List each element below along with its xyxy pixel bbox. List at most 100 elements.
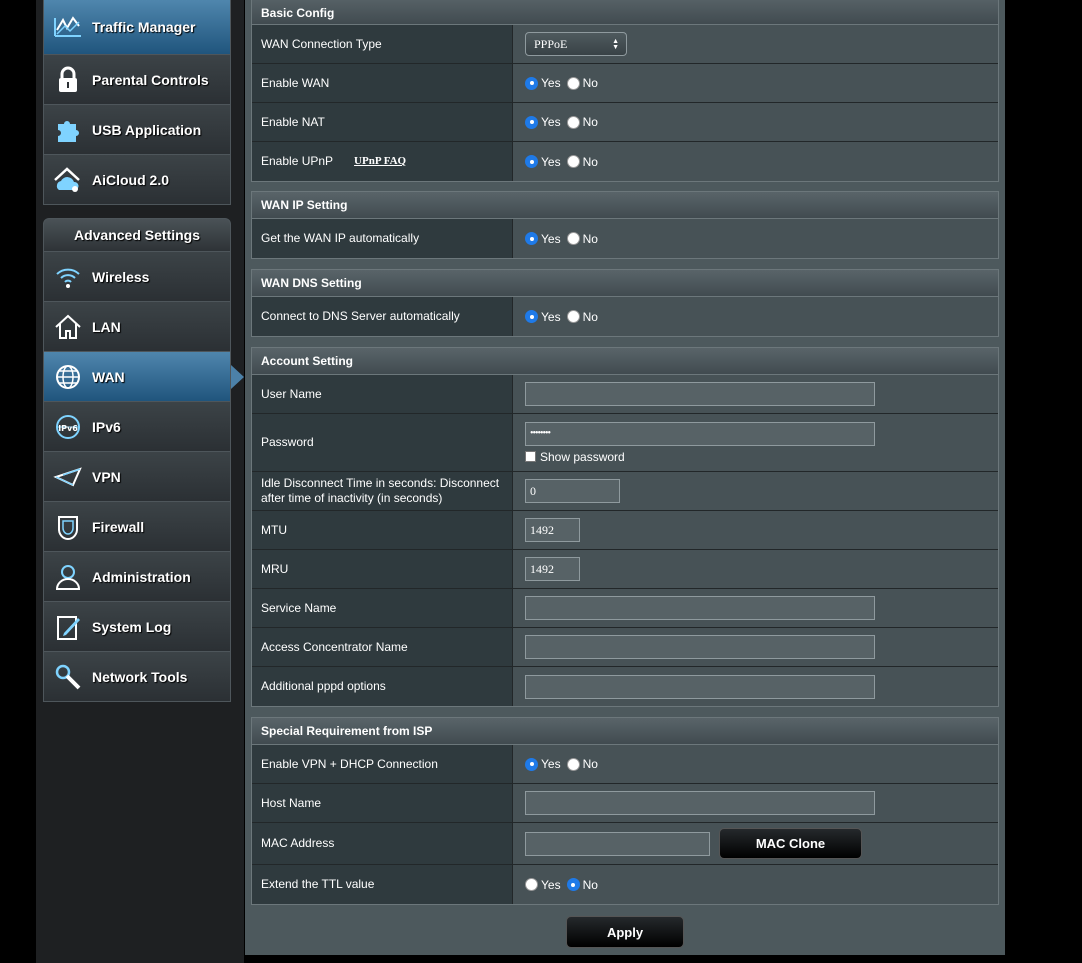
user-icon bbox=[44, 552, 92, 602]
dns-auto-no-radio[interactable]: No bbox=[566, 310, 598, 324]
sidebar-item-parental-controls[interactable]: Parental Controls bbox=[43, 55, 231, 105]
dns-auto-row: Connect to DNS Server automatically Yes … bbox=[252, 297, 998, 336]
sidebar-item-lan[interactable]: LAN bbox=[43, 302, 231, 352]
pppd-options-input[interactable] bbox=[525, 674, 875, 699]
isp-section: Special Requirement from ISP Enable VPN … bbox=[251, 717, 999, 905]
host-name-input[interactable] bbox=[525, 791, 875, 815]
ttl-yes-radio[interactable]: Yes bbox=[525, 878, 561, 892]
radio-label: Yes bbox=[541, 154, 561, 169]
mru-input[interactable]: 1492 bbox=[525, 557, 580, 581]
service-name-row: Service Name bbox=[252, 589, 998, 628]
password-row: Password •••••••• Show password bbox=[252, 414, 998, 472]
field-label: Access Concentrator Name bbox=[252, 628, 513, 666]
select-value: PPPoE bbox=[534, 36, 568, 51]
mac-address-row: MAC Address MAC Clone bbox=[252, 823, 998, 865]
idle-row: Idle Disconnect Time in seconds: Disconn… bbox=[252, 472, 998, 511]
field-label: Enable VPN + DHCP Connection bbox=[252, 745, 513, 783]
section-title: WAN DNS Setting bbox=[252, 270, 998, 297]
service-name-input[interactable] bbox=[525, 596, 875, 620]
field-label: User Name bbox=[252, 375, 513, 413]
enable-wan-yes-radio[interactable]: Yes bbox=[525, 76, 561, 90]
checkbox-unchecked-icon bbox=[525, 451, 536, 462]
field-label: WAN Connection Type bbox=[252, 25, 513, 63]
field-label: Get the WAN IP automatically bbox=[252, 219, 513, 258]
sidebar-item-aicloud[interactable]: AiCloud 2.0 bbox=[43, 155, 231, 205]
radio-unchecked-icon bbox=[566, 76, 580, 90]
radio-label: No bbox=[582, 154, 598, 169]
section-title: WAN IP Setting bbox=[252, 192, 998, 219]
dns-auto-yes-radio[interactable]: Yes bbox=[525, 310, 561, 324]
ipv6-globe-icon: IPv6 bbox=[44, 402, 92, 452]
sidebar-item-vpn[interactable]: VPN bbox=[43, 452, 231, 502]
active-indicator-arrow bbox=[231, 365, 244, 389]
enable-nat-yes-radio[interactable]: Yes bbox=[525, 115, 561, 129]
radio-label: Yes bbox=[541, 309, 561, 324]
host-name-row: Host Name bbox=[252, 784, 998, 823]
field-label: Connect to DNS Server automatically bbox=[252, 297, 513, 336]
mtu-input[interactable]: 1492 bbox=[525, 518, 580, 542]
sidebar-item-firewall[interactable]: Firewall bbox=[43, 502, 231, 552]
sidebar-item-wan[interactable]: WAN bbox=[43, 352, 244, 402]
pppd-options-row: Additional pppd options bbox=[252, 667, 998, 706]
radio-label: No bbox=[582, 757, 598, 771]
enable-nat-no-radio[interactable]: No bbox=[566, 115, 598, 129]
upnp-faq-link[interactable]: UPnP FAQ bbox=[354, 154, 406, 169]
show-password-checkbox[interactable]: Show password bbox=[525, 450, 625, 464]
advanced-settings-heading: Advanced Settings bbox=[43, 218, 231, 252]
field-label: MRU bbox=[252, 550, 513, 588]
radio-checked-icon bbox=[525, 115, 538, 129]
sidebar-item-label: Traffic Manager bbox=[92, 19, 196, 35]
radio-unchecked-icon bbox=[566, 232, 580, 245]
sidebar-item-label: Firewall bbox=[92, 518, 145, 535]
sidebar-item-label: WAN bbox=[92, 368, 125, 385]
password-input[interactable]: •••••••• bbox=[525, 421, 875, 446]
shield-icon bbox=[44, 502, 92, 552]
advanced-menu: Advanced Settings Wireless LAN WAN IPv6 … bbox=[43, 218, 244, 702]
account-section: Account Setting User Name Password •••••… bbox=[251, 347, 999, 707]
field-label-cell: Enable UPnP UPnP FAQ bbox=[252, 142, 513, 181]
vpn-dhcp-no-radio[interactable]: No bbox=[566, 757, 598, 771]
sidebar-item-label: System Log bbox=[92, 618, 172, 635]
username-row: User Name bbox=[252, 375, 998, 414]
basic-config-section: Basic Config WAN Connection Type PPPoE ▲… bbox=[251, 0, 999, 182]
radio-checked-icon bbox=[566, 878, 580, 891]
sidebar-item-system-log[interactable]: System Log bbox=[43, 602, 231, 652]
wan-type-select[interactable]: PPPoE ▲ ▼ bbox=[525, 32, 627, 56]
traffic-chart-icon bbox=[44, 2, 92, 52]
radio-checked-icon bbox=[525, 310, 538, 323]
mac-clone-button[interactable]: MAC Clone bbox=[719, 828, 862, 859]
radio-unchecked-icon bbox=[566, 155, 580, 168]
sidebar-item-label: Wireless bbox=[92, 268, 150, 285]
access-concentrator-input[interactable] bbox=[525, 635, 875, 659]
vpn-dhcp-yes-radio[interactable]: Yes bbox=[525, 757, 561, 771]
enable-upnp-yes-radio[interactable]: Yes bbox=[525, 155, 561, 169]
field-label: Enable WAN bbox=[252, 64, 513, 102]
radio-checked-icon bbox=[525, 757, 538, 771]
section-title: Basic Config bbox=[252, 0, 998, 25]
sidebar-item-administration[interactable]: Administration bbox=[43, 552, 231, 602]
sidebar-item-wireless[interactable]: Wireless bbox=[43, 252, 231, 302]
wan-ip-auto-yes-radio[interactable]: Yes bbox=[525, 232, 561, 246]
username-input[interactable] bbox=[525, 382, 875, 406]
radio-label: Yes bbox=[541, 76, 561, 90]
idle-time-input[interactable]: 0 bbox=[525, 479, 620, 503]
ttl-row: Extend the TTL value Yes No bbox=[252, 865, 998, 904]
sidebar-item-traffic-manager[interactable]: Traffic Manager bbox=[43, 0, 231, 55]
globe-icon bbox=[44, 352, 92, 402]
wan-type-row: WAN Connection Type PPPoE ▲ ▼ bbox=[252, 25, 998, 64]
wan-ip-auto-row: Get the WAN IP automatically Yes No bbox=[252, 219, 998, 258]
wan-ip-auto-no-radio[interactable]: No bbox=[566, 232, 598, 246]
cloud-home-icon bbox=[44, 155, 92, 205]
mac-address-input[interactable] bbox=[525, 831, 710, 856]
enable-wan-no-radio[interactable]: No bbox=[566, 76, 598, 90]
ttl-no-radio[interactable]: No bbox=[566, 878, 598, 892]
sidebar-item-ipv6[interactable]: IPv6 IPv6 bbox=[43, 402, 231, 452]
enable-upnp-no-radio[interactable]: No bbox=[566, 154, 598, 169]
field-label: MAC Address bbox=[252, 823, 513, 864]
wifi-icon bbox=[44, 252, 92, 302]
mtu-row: MTU 1492 bbox=[252, 511, 998, 550]
field-label: Additional pppd options bbox=[252, 667, 513, 706]
sidebar-item-network-tools[interactable]: Network Tools bbox=[43, 652, 231, 702]
apply-button[interactable]: Apply bbox=[566, 916, 684, 948]
sidebar-item-usb-application[interactable]: USB Application bbox=[43, 105, 231, 155]
